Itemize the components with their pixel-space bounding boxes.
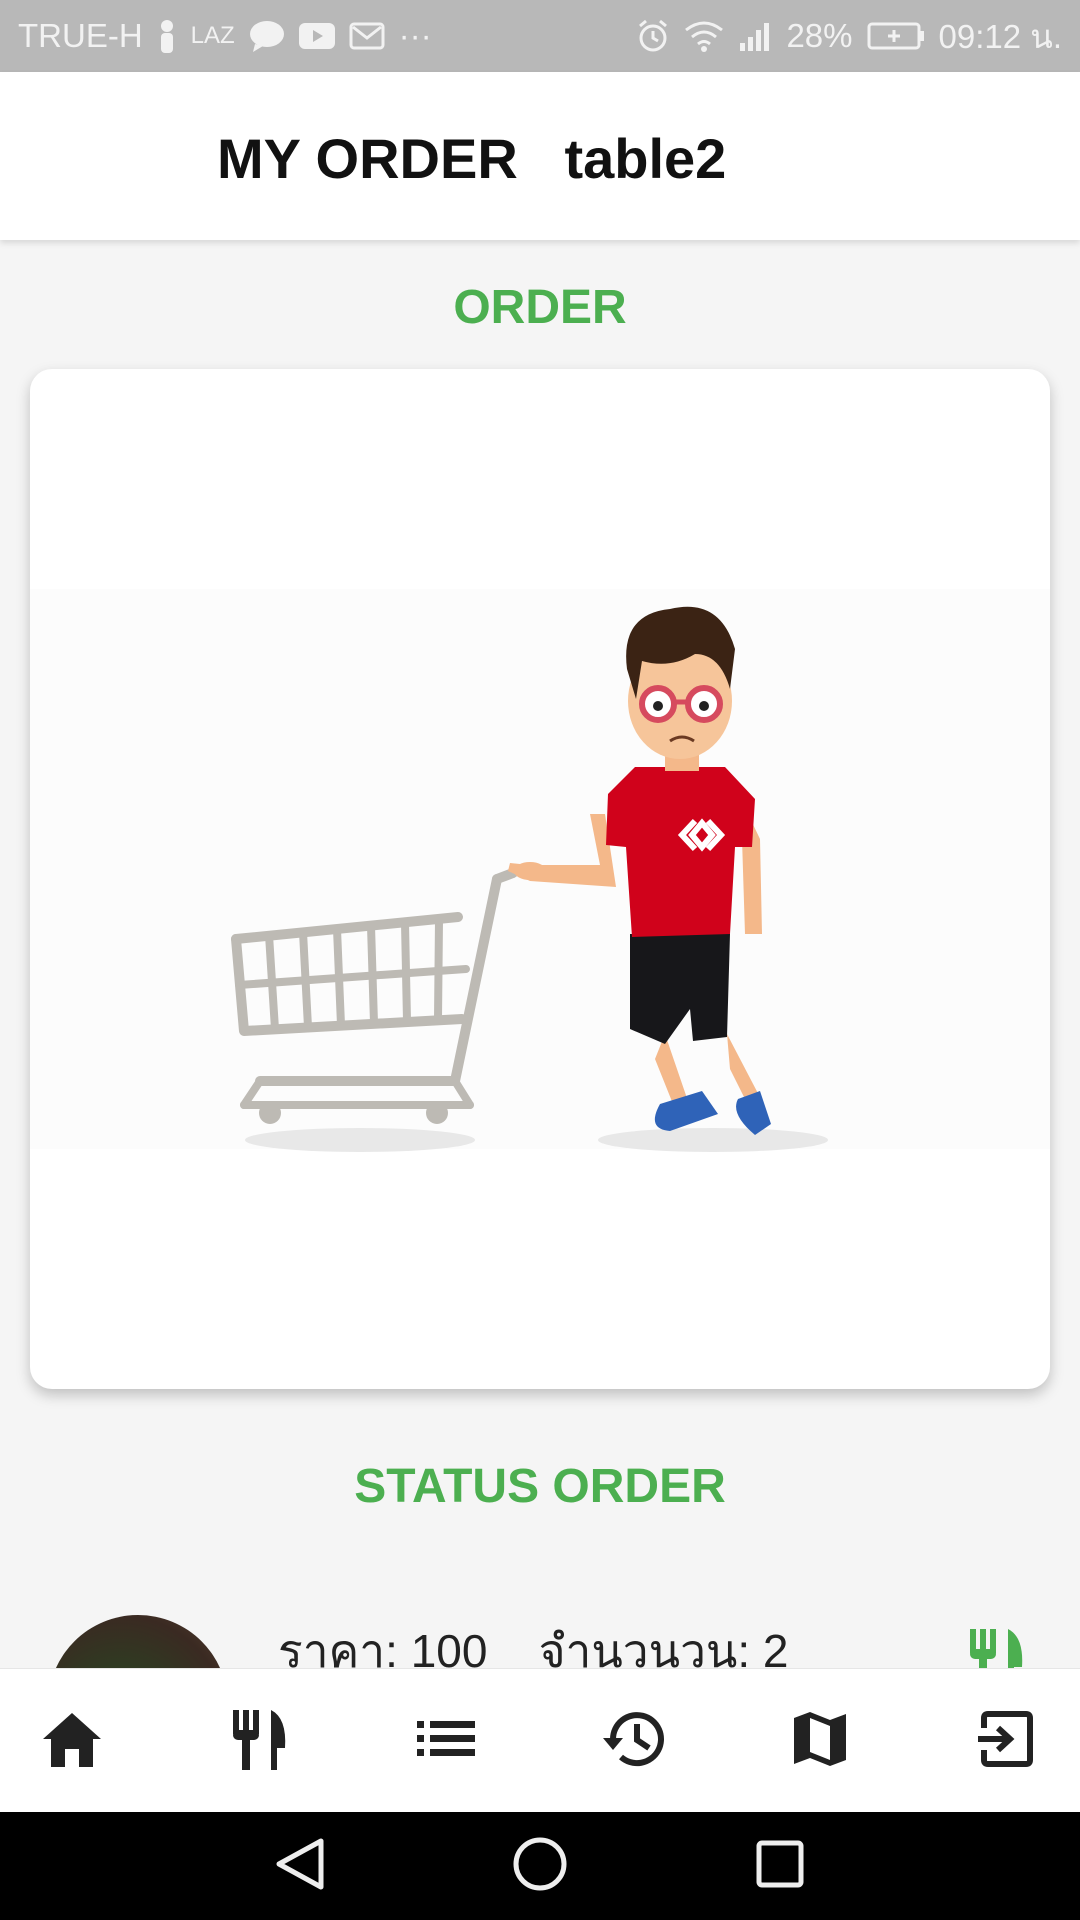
nav-list[interactable]	[410, 1705, 482, 1777]
status-bar: TRUE-H LAZ ··· 28% 09:12 น.	[0, 0, 1080, 72]
order-section-title: ORDER	[453, 281, 627, 334]
page-title: MY ORDER table2	[217, 127, 727, 190]
more-notifications: ···	[398, 17, 432, 54]
wifi-icon	[684, 20, 724, 52]
nav-menu[interactable]	[223, 1705, 295, 1777]
status-section-title: STATUS ORDER	[354, 1460, 726, 1513]
circle-icon	[512, 1836, 568, 1897]
battery-percent: 28%	[786, 17, 853, 54]
person-icon	[157, 19, 177, 53]
youtube-icon	[298, 23, 335, 49]
clock: 09:12 น.	[938, 17, 1062, 55]
empty-cart-illustration	[30, 589, 1050, 1152]
nav-map[interactable]	[784, 1705, 856, 1777]
mail-icon	[349, 22, 385, 50]
status-bar-right: 28% 09:12 น.	[636, 10, 1062, 63]
restaurant-icon[interactable]	[966, 1627, 1026, 1668]
food-thumbnail	[48, 1615, 228, 1668]
home-button[interactable]	[510, 1836, 570, 1896]
nav-logout[interactable]	[971, 1705, 1043, 1777]
recents-button[interactable]	[750, 1836, 810, 1896]
logout-icon	[978, 1710, 1036, 1773]
main-content[interactable]: ORDER STATUS ORDER ราคา: 100 จำนวนวน: 2	[0, 240, 1080, 1668]
back-icon	[273, 1837, 325, 1896]
chat-icon	[249, 20, 285, 52]
home-icon	[41, 1711, 103, 1772]
restaurant-icon	[229, 1708, 289, 1775]
battery-icon	[867, 22, 925, 50]
alarm-icon	[636, 19, 670, 53]
bottom-navigation	[0, 1668, 1080, 1812]
map-icon	[792, 1710, 848, 1773]
lazada-badge: LAZ	[190, 22, 235, 49]
order-item[interactable]: ราคา: 100 จำนวนวน: 2 200	[0, 1615, 1080, 1668]
square-icon	[755, 1839, 805, 1894]
order-item-details: ราคา: 100 จำนวนวน: 2	[278, 1625, 789, 1668]
nav-history[interactable]	[597, 1705, 669, 1777]
carrier-label: TRUE-H	[18, 17, 143, 54]
signal-icon	[738, 21, 772, 51]
history-icon	[601, 1710, 665, 1773]
empty-order-card	[30, 369, 1050, 1389]
system-navigation-bar	[0, 1812, 1080, 1920]
app-bar: MY ORDER table2	[0, 72, 1080, 240]
nav-home[interactable]	[36, 1705, 108, 1777]
back-button[interactable]	[269, 1836, 329, 1896]
status-bar-left: TRUE-H LAZ ···	[18, 17, 432, 55]
app-root: TRUE-H LAZ ··· 28% 09:12 น. MY ORDER tab…	[0, 0, 1080, 1920]
list-icon	[417, 1719, 475, 1764]
